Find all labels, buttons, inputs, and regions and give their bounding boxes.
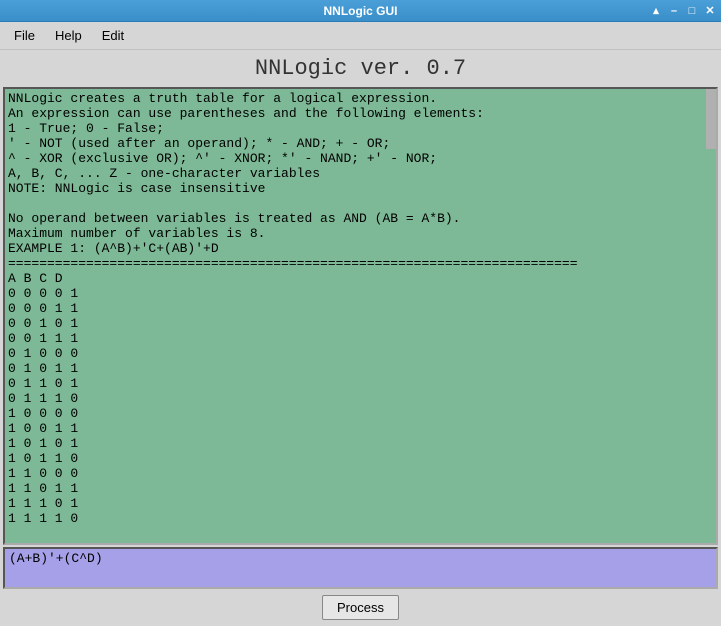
expression-input[interactable]: (A+B)'+(C^D) [3,547,718,589]
menubar: File Help Edit [0,22,721,50]
window-titlebar: NNLogic GUI ▴ – □ ✕ [0,0,721,22]
close-icon[interactable]: ✕ [703,4,717,18]
maximize-icon[interactable]: □ [685,4,699,18]
window-controls: ▴ – □ ✕ [649,4,717,18]
scrollbar[interactable] [706,89,716,149]
menu-help[interactable]: Help [47,25,90,46]
minimize-icon[interactable]: – [667,4,681,18]
keep-above-icon[interactable]: ▴ [649,4,663,18]
output-textarea[interactable]: NNLogic creates a truth table for a logi… [3,87,718,545]
menu-edit[interactable]: Edit [94,25,132,46]
content-area: NNLogic ver. 0.7 NNLogic creates a truth… [0,50,721,626]
app-header: NNLogic ver. 0.7 [3,52,718,87]
process-button[interactable]: Process [322,595,399,620]
menu-file[interactable]: File [6,25,43,46]
expression-value: (A+B)'+(C^D) [9,551,103,566]
window-title: NNLogic GUI [0,4,721,18]
output-text: NNLogic creates a truth table for a logi… [8,91,578,526]
button-row: Process [3,589,718,622]
